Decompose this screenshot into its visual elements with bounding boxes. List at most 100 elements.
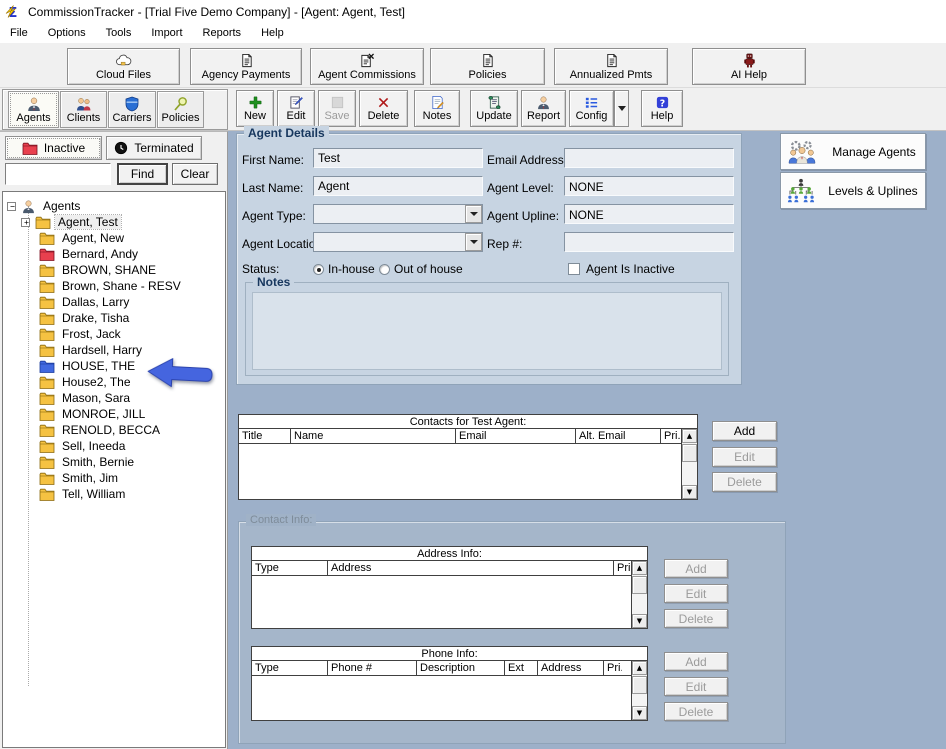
last-name-field[interactable] xyxy=(313,176,483,196)
cloud-files-button[interactable]: Cloud Files xyxy=(67,48,180,85)
levels-uplines-button[interactable]: Levels & Uplines xyxy=(780,172,926,209)
phone-add-button: Add xyxy=(664,652,728,671)
tree-item[interactable]: Smith, Bernie xyxy=(34,454,137,470)
tree-item[interactable]: RENOLD, BECCA xyxy=(34,422,163,438)
tab-clients[interactable]: Clients xyxy=(60,91,107,128)
terminated-filter-button[interactable]: Terminated xyxy=(106,136,202,160)
email-field[interactable] xyxy=(564,148,734,168)
menu-tools[interactable]: Tools xyxy=(96,24,142,42)
tree-item[interactable]: Sell, Ineeda xyxy=(34,438,128,454)
tab-carriers[interactable]: Carriers xyxy=(108,91,156,128)
tree-item[interactable]: Mason, Sara xyxy=(34,390,133,406)
contacts-add-button[interactable]: Add xyxy=(712,421,777,441)
tree-item[interactable]: MONROE, JILL xyxy=(34,406,148,422)
new-button[interactable]: New xyxy=(236,90,274,127)
radio-icon[interactable] xyxy=(313,264,324,275)
chevron-down-icon[interactable] xyxy=(465,233,482,251)
menu-options[interactable]: Options xyxy=(38,24,96,42)
tree-item[interactable]: Agent, New xyxy=(34,230,127,246)
document-x-icon xyxy=(359,53,375,68)
notes-button[interactable]: Notes xyxy=(414,90,460,127)
tree-item[interactable]: Agent, Test xyxy=(21,214,121,230)
column-header-pri: Pri. xyxy=(604,661,622,675)
contacts-table-title: Contacts for Test Agent: xyxy=(239,415,697,429)
help-button[interactable]: ? Help xyxy=(641,90,683,127)
chevron-down-icon[interactable] xyxy=(465,205,482,223)
config-button[interactable]: Config xyxy=(569,90,614,127)
first-name-field[interactable] xyxy=(313,148,483,168)
column-header-alt-email: Alt. Email xyxy=(576,429,661,443)
person-icon xyxy=(536,95,551,110)
main-toolbar: Cloud Files Agency Payments Agent Commis… xyxy=(0,43,946,88)
column-header-pri: Pri. xyxy=(661,429,681,443)
scroll-up-icon[interactable] xyxy=(632,661,647,675)
tree-item[interactable]: Bernard, Andy xyxy=(34,246,141,262)
checkbox-icon[interactable] xyxy=(568,263,580,275)
tree-root-agents[interactable]: Agents xyxy=(7,198,83,214)
column-header-type: Type xyxy=(252,561,328,575)
tree-item[interactable]: House2, The xyxy=(34,374,134,390)
report-button[interactable]: Report xyxy=(521,90,566,127)
scroll-down-icon[interactable] xyxy=(632,706,647,720)
agents-sidebar: Inactive Terminated Find Clear Agents Ag… xyxy=(0,131,228,749)
tree-item[interactable]: BROWN, SHANE xyxy=(34,262,159,278)
agent-commissions-button[interactable]: Agent Commissions xyxy=(310,48,424,85)
clear-button[interactable]: Clear xyxy=(172,163,218,185)
phone-scrollbar[interactable] xyxy=(631,661,647,720)
scroll-thumb[interactable] xyxy=(632,676,647,694)
scroll-down-icon[interactable] xyxy=(682,485,697,499)
address-scrollbar[interactable] xyxy=(631,561,647,628)
tree-item[interactable]: Drake, Tisha xyxy=(34,310,132,326)
menu-import[interactable]: Import xyxy=(141,24,192,42)
menu-file[interactable]: File xyxy=(0,24,38,42)
agent-level-value: NONE xyxy=(564,176,734,196)
update-button[interactable]: Update xyxy=(470,90,518,127)
config-dropdown-arrow[interactable] xyxy=(614,90,629,127)
manage-agents-button[interactable]: Manage Agents xyxy=(780,133,926,170)
inactive-filter-button[interactable]: Inactive xyxy=(5,136,102,160)
contacts-scrollbar[interactable] xyxy=(681,429,697,499)
menu-reports[interactable]: Reports xyxy=(193,24,252,42)
tree-item[interactable]: Frost, Jack xyxy=(34,326,124,342)
folder-icon xyxy=(39,376,55,389)
column-header-pri: Pri. xyxy=(614,561,631,575)
search-input[interactable] xyxy=(5,163,111,185)
column-header-address: Address xyxy=(328,561,614,575)
tab-agents[interactable]: Agents xyxy=(8,91,59,128)
red-folder-icon xyxy=(22,142,38,155)
red-x-icon xyxy=(376,95,391,110)
ai-help-button[interactable]: AI Help xyxy=(692,48,806,85)
status-inhouse-option[interactable]: In-house xyxy=(313,259,375,279)
rep-number-field[interactable] xyxy=(564,232,734,252)
agency-payments-button[interactable]: Agency Payments xyxy=(190,48,302,85)
expand-expander[interactable] xyxy=(21,218,30,227)
agent-inactive-checkbox[interactable]: Agent Is Inactive xyxy=(568,259,675,279)
scroll-down-icon[interactable] xyxy=(632,614,647,628)
policies-toolbar-button[interactable]: Policies xyxy=(430,48,545,85)
panel-title: Agent Details xyxy=(244,126,329,140)
agent-type-select[interactable] xyxy=(313,204,483,224)
scroll-thumb[interactable] xyxy=(632,576,647,594)
scroll-up-icon[interactable] xyxy=(632,561,647,575)
tree-item-house[interactable]: HOUSE, THE xyxy=(34,358,138,374)
collapse-expander[interactable] xyxy=(7,202,16,211)
status-outofhouse-option[interactable]: Out of house xyxy=(379,259,463,279)
scroll-up-icon[interactable] xyxy=(682,429,697,443)
tree-item[interactable]: Brown, Shane - RESV xyxy=(34,278,184,294)
tree-item[interactable]: Smith, Jim xyxy=(34,470,121,486)
radio-icon[interactable] xyxy=(379,264,390,275)
annualized-pmts-button[interactable]: Annualized Pmts xyxy=(554,48,668,85)
notes-textarea[interactable] xyxy=(252,292,722,370)
scroll-thumb[interactable] xyxy=(682,444,697,462)
clock-icon xyxy=(114,141,128,155)
find-button[interactable]: Find xyxy=(117,163,168,185)
edit-button[interactable]: Edit xyxy=(277,90,315,127)
delete-button[interactable]: Delete xyxy=(359,90,408,127)
tree-item[interactable]: Tell, William xyxy=(34,486,128,502)
phone-delete-button: Delete xyxy=(664,702,728,721)
menu-help[interactable]: Help xyxy=(251,24,294,42)
tab-policies[interactable]: Policies xyxy=(157,91,204,128)
tree-item[interactable]: Hardsell, Harry xyxy=(34,342,145,358)
tree-item[interactable]: Dallas, Larry xyxy=(34,294,132,310)
agent-location-select[interactable] xyxy=(313,232,483,252)
